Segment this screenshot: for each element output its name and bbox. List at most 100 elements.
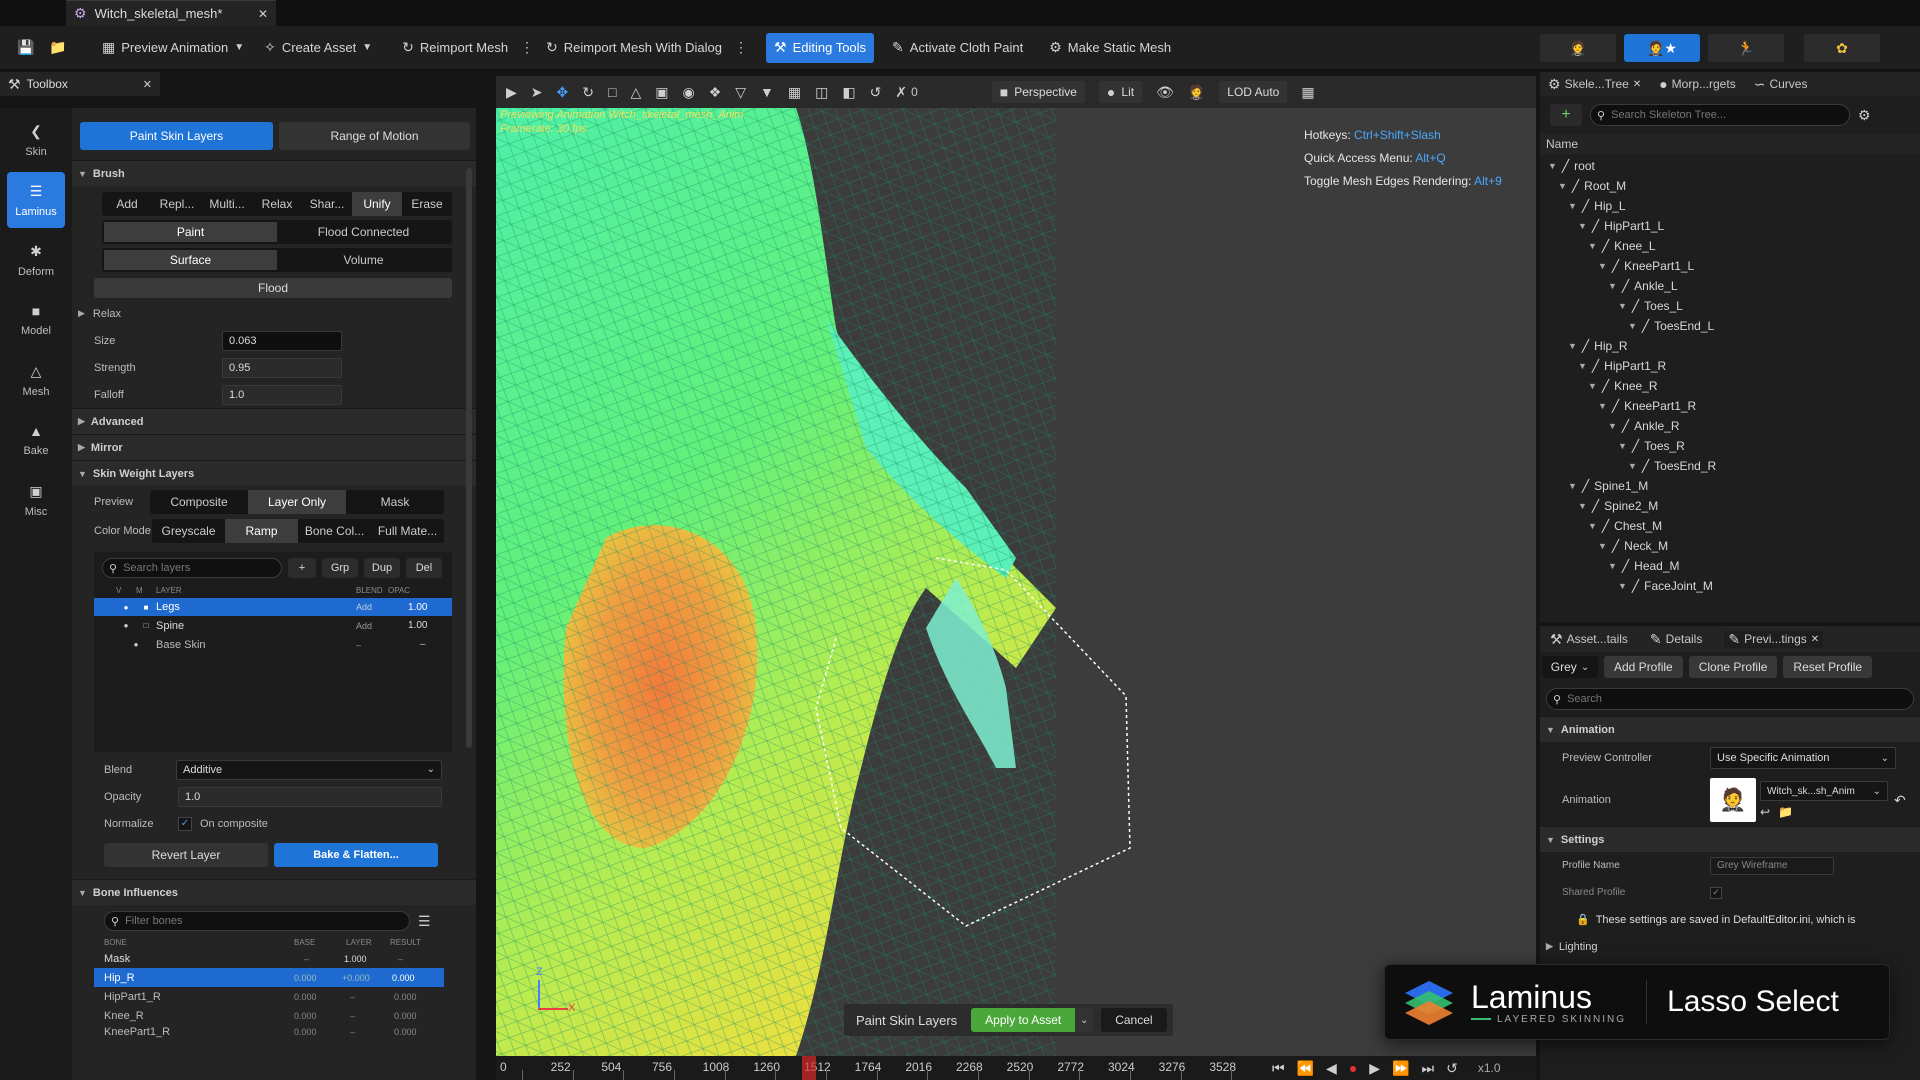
space-mode-volume[interactable]: Volume — [277, 250, 450, 270]
flood-button[interactable]: Flood — [94, 278, 452, 298]
rail-misc[interactable]: ▣ Misc — [7, 472, 65, 528]
bone-row[interactable]: KneePart1_R 0.000 – 0.000 — [94, 1025, 444, 1039]
tree-caret-icon[interactable]: ▼ — [1628, 321, 1637, 331]
split-icon[interactable]: ◧ — [842, 84, 855, 101]
skeleton-bone-row[interactable]: ▼ ╱ HipPart1_L — [1578, 216, 1664, 236]
skeleton-bone-row[interactable]: ▼ ╱ Spine1_M — [1568, 476, 1648, 496]
skeleton-mode-button[interactable]: 🤵 — [1540, 34, 1616, 62]
skeleton-bone-row[interactable]: ▼ ╱ Ankle_R — [1608, 416, 1680, 436]
mirror-section-header[interactable]: ▶ Mirror — [72, 434, 476, 460]
rail-bake[interactable]: ▲ Bake — [7, 412, 65, 468]
apply-options-dropdown[interactable]: ⌄ — [1075, 1008, 1094, 1032]
cloth-paint-button[interactable]: ✎ Activate Cloth Paint — [884, 33, 1031, 63]
checkbox-checked[interactable]: ✓ — [1710, 886, 1722, 899]
search-skeleton-input[interactable]: ⚲ Search Skeleton Tree... — [1590, 104, 1850, 126]
skeleton-bone-row[interactable]: ▼ ╱ Toes_L — [1618, 296, 1683, 316]
animation-asset-dropdown[interactable]: Witch_sk...sh_Anim ⌄ — [1760, 781, 1888, 801]
frame-icon[interactable]: ❖ — [709, 84, 722, 101]
preview-composite[interactable]: Composite — [150, 490, 248, 514]
preview-mask[interactable]: Mask — [346, 490, 444, 514]
add-layer-button[interactable]: + — [288, 558, 316, 578]
skeleton-bone-row[interactable]: ▼ ╱ root — [1548, 156, 1595, 176]
document-tab[interactable]: ⚙ Witch_skeletal_mesh* ✕ — [66, 0, 276, 26]
rotate-icon[interactable]: ↻ — [582, 84, 594, 101]
skin-weight-layers-header[interactable]: ▼ Skin Weight Layers — [72, 460, 476, 486]
tab-curves[interactable]: ∽ Curves — [1754, 76, 1808, 93]
skeleton-bone-row[interactable]: ▼ ╱ Neck_M — [1598, 536, 1668, 556]
brush-op-erase[interactable]: Erase — [402, 192, 452, 216]
panel-scrollbar[interactable] — [466, 168, 472, 748]
tab-skeleton-tree[interactable]: ⚙ Skele...Tree ✕ — [1548, 76, 1641, 93]
skeleton-bone-row[interactable]: ▼ ╱ KneePart1_L — [1598, 256, 1694, 276]
brush-op-unify[interactable]: Unify — [352, 192, 402, 216]
close-icon[interactable]: ✕ — [258, 7, 268, 21]
color-greyscale[interactable]: Greyscale — [152, 519, 225, 543]
more-options-icon[interactable]: ⋮ — [520, 39, 534, 56]
viewport[interactable]: Previewing Animation Witch_skeletal_mesh… — [496, 108, 1536, 1056]
preview-controller-dropdown[interactable]: Use Specific Animation ⌄ — [1710, 747, 1896, 769]
grid-snap-icon[interactable]: ▦ — [788, 84, 801, 101]
lighting-section-header[interactable]: ▶ Lighting — [1540, 933, 1920, 959]
brush-op-add[interactable]: Add — [102, 192, 152, 216]
lit-dropdown[interactable]: ● Lit — [1098, 81, 1143, 103]
playback-speed[interactable]: x1.0 — [1478, 1061, 1501, 1075]
tree-caret-icon[interactable]: ▼ — [1618, 301, 1627, 311]
blend-dropdown[interactable]: Additive ⌄ — [176, 759, 442, 780]
browse-asset-icon[interactable]: 📁 — [1778, 805, 1793, 819]
bone-row-selected[interactable]: Hip_R 0.000 +0.000 0.000 — [94, 968, 444, 987]
preview-animation-button[interactable]: ▦ Preview Animation ▼ — [94, 33, 252, 63]
mask-icon[interactable]: □ — [136, 621, 156, 630]
physics-mode-button[interactable]: ✿ — [1804, 34, 1880, 62]
search-layers-input[interactable]: ⚲ Search layers — [102, 558, 282, 578]
relax-subsection[interactable]: ▶ Relax — [72, 300, 476, 327]
reset-arrow-icon[interactable]: ↶ — [1894, 792, 1906, 809]
skeleton-bone-row[interactable]: ▼ ╱ Chest_M — [1588, 516, 1662, 536]
tree-caret-icon[interactable]: ▼ — [1568, 341, 1577, 351]
space-mode-surface[interactable]: Surface — [104, 250, 277, 270]
tab-range-of-motion[interactable]: Range of Motion — [278, 122, 470, 150]
browse-icon[interactable]: 📁 — [44, 39, 72, 56]
preview-layer-only[interactable]: Layer Only — [248, 489, 346, 514]
tree-caret-icon[interactable]: ▼ — [1588, 381, 1597, 391]
color-ramp[interactable]: Ramp — [225, 518, 298, 543]
viewport-layout-icon[interactable]: ▦ — [1301, 84, 1314, 101]
tree-caret-icon[interactable]: ▼ — [1598, 541, 1607, 551]
bone-row[interactable]: Knee_R 0.000 – 0.000 — [94, 1006, 444, 1025]
tree-caret-icon[interactable]: ▼ — [1568, 481, 1577, 491]
tab-preview-settings[interactable]: ✎ Previ...tings ✕ — [1724, 630, 1824, 648]
skeleton-bone-row[interactable]: ▼ ╱ KneePart1_R — [1598, 396, 1696, 416]
create-asset-button[interactable]: ✧ Create Asset ▼ — [256, 33, 380, 63]
tree-caret-icon[interactable]: ▼ — [1608, 421, 1617, 431]
brush-op-relax[interactable]: Relax — [252, 192, 302, 216]
tree-caret-icon[interactable]: ▼ — [1588, 241, 1597, 251]
mesh-mode-button[interactable]: 🤵★ — [1624, 34, 1700, 62]
eye-icon[interactable]: ● — [116, 603, 136, 612]
tree-caret-icon[interactable]: ▼ — [1618, 441, 1627, 451]
bone-influences-header[interactable]: ▼ Bone Influences — [72, 879, 476, 905]
skeleton-bone-row[interactable]: ▼ ╱ Hip_L — [1568, 196, 1626, 216]
strength-input[interactable]: 0.95 — [222, 357, 342, 378]
animation-section-header[interactable]: ▼ Animation — [1540, 716, 1920, 742]
brush-section-header[interactable]: ▼ Brush — [72, 160, 476, 186]
skeleton-bone-row[interactable]: ▼ ╱ Knee_R — [1588, 376, 1658, 396]
timeline-playhead[interactable] — [802, 1056, 816, 1080]
tree-caret-icon[interactable]: ▼ — [1598, 261, 1607, 271]
skeleton-bone-row[interactable]: ▼ ╱ Spine2_M — [1578, 496, 1658, 516]
more-options-icon[interactable]: ⋮ — [734, 39, 748, 56]
falloff-input[interactable]: 1.0 — [222, 384, 342, 405]
paint-mode-paint[interactable]: Paint — [104, 222, 277, 242]
close-icon[interactable]: ✕ — [1633, 79, 1641, 90]
color-bone[interactable]: Bone Col... — [298, 519, 371, 543]
rail-deform[interactable]: ✱ Deform — [7, 232, 65, 288]
rail-model[interactable]: ■ Model — [7, 292, 65, 348]
transform-space-icon[interactable]: △ — [630, 84, 641, 101]
profile-dropdown[interactable]: Grey ⌄ — [1542, 656, 1598, 678]
duplicate-layer-button[interactable]: Dup — [364, 558, 400, 578]
bone-row[interactable]: HipPart1_R 0.000 – 0.000 — [94, 987, 444, 1006]
tab-details[interactable]: ✎ Details — [1650, 631, 1702, 648]
details-search-input[interactable]: ⚲ Search — [1546, 688, 1914, 710]
rail-mesh[interactable]: △ Mesh — [7, 352, 65, 408]
play-reverse-icon[interactable]: ◀ — [1326, 1060, 1337, 1077]
tree-caret-icon[interactable]: ▼ — [1568, 201, 1577, 211]
delete-layer-button[interactable]: Del — [406, 558, 442, 578]
